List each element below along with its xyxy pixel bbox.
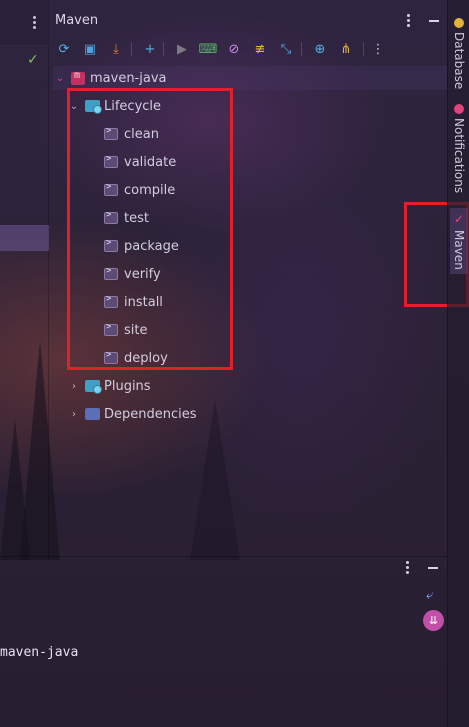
tab-notifications-label: Notifications (452, 118, 466, 194)
maven-panel-header: Maven (49, 0, 447, 36)
download-icon[interactable]: ⤓ (107, 40, 125, 58)
tab-maven[interactable]: ✓ Maven (450, 208, 468, 274)
run-console-panel (0, 556, 447, 727)
tree-node-plugins[interactable]: › Plugins (67, 374, 151, 398)
right-tool-stripe: Database Notifications ✓ Maven (447, 0, 469, 727)
tab-database[interactable]: Database (450, 18, 468, 89)
panel-title: Maven (55, 13, 99, 28)
minimize-icon[interactable] (428, 567, 438, 569)
dependencies-label: Dependencies (104, 406, 197, 422)
tab-notifications[interactable]: Notifications (450, 104, 468, 193)
scroll-to-end-icon[interactable]: ⇊ (423, 610, 444, 631)
chevron-right-icon[interactable]: › (67, 379, 81, 393)
diagram-icon[interactable]: ⋔ (337, 40, 355, 58)
console-output-line: maven-java (0, 645, 79, 660)
toolbar-more-icon[interactable]: ⋮ (369, 40, 387, 58)
tab-maven-label: Maven (452, 230, 466, 270)
more-options-icon[interactable] (407, 14, 410, 29)
tree-node-root[interactable]: ⌄ maven-java (53, 66, 447, 90)
soft-wrap-icon[interactable]: ⤶ (426, 588, 433, 603)
reload-icon[interactable]: ⟳ (55, 40, 73, 58)
plugins-label: Plugins (104, 378, 151, 394)
more-options-icon[interactable] (406, 561, 409, 576)
skip-tests-icon[interactable]: ≢ (251, 40, 269, 58)
bell-icon (454, 104, 464, 114)
add-icon[interactable]: + (141, 40, 159, 58)
minimize-icon[interactable] (429, 20, 439, 22)
toggle-offline-icon[interactable]: ⊘ (225, 40, 243, 58)
root-label: maven-java (90, 70, 167, 86)
maven-project-icon (71, 70, 85, 85)
toolbar-separator (163, 42, 164, 56)
toolbar-separator (301, 42, 302, 56)
plugins-folder-icon (85, 380, 102, 394)
tree-node-dependencies[interactable]: › Dependencies (67, 402, 197, 426)
chevron-down-icon[interactable]: ⌄ (53, 71, 67, 85)
dependencies-folder-icon (85, 408, 100, 420)
execute-goal-icon[interactable]: ⌨ (199, 40, 218, 58)
annotation-box-lifecycle (67, 88, 233, 370)
collapse-all-icon[interactable]: ⤡ (277, 40, 295, 58)
run-icon[interactable]: ▶ (173, 40, 191, 58)
database-icon (454, 18, 464, 28)
editor-more-icon[interactable] (33, 16, 37, 30)
editor-tab-bar (0, 0, 49, 46)
maven-toolbar: ⟳ ▣ ⤓ + ▶ ⌨ ⊘ ≢ ⤡ ⊕ ⋔ ⋮ (49, 36, 447, 62)
check-icon: ✓ (27, 52, 39, 68)
editor-selected-line (0, 225, 49, 251)
tab-database-label: Database (452, 32, 466, 90)
toolbar-separator (363, 42, 364, 56)
generate-sources-icon[interactable]: ▣ (81, 40, 99, 58)
maven-icon: ✓ (452, 212, 466, 226)
toolbar-separator (131, 42, 132, 56)
analyze-icon[interactable]: ⊕ (311, 40, 329, 58)
chevron-right-icon[interactable]: › (67, 407, 81, 421)
editor-strip (0, 0, 49, 560)
